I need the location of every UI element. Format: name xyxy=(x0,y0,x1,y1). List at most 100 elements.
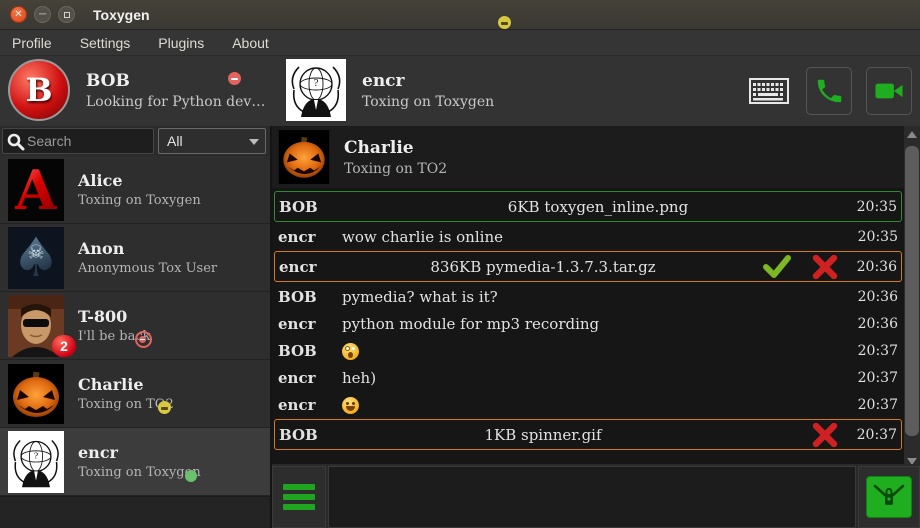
message-row: encrpython module for mp3 recording20:36 xyxy=(274,311,902,337)
message-time: 20:36 xyxy=(854,289,898,305)
message-list[interactable]: BOB6KB toxygen_inline.png20:35encrwow ch… xyxy=(272,188,904,464)
video-call-button[interactable] xyxy=(866,67,912,115)
window-title: Toxygen xyxy=(93,7,150,23)
peer-header: ? encr Toxing on Toxygen xyxy=(286,59,716,121)
encrypted-send-icon xyxy=(872,482,906,512)
shocked-emoji-icon xyxy=(342,343,359,360)
message-row: encrwow charlie is online20:35 xyxy=(274,224,902,250)
spade-skull-avatar: ♠☠ xyxy=(8,227,64,289)
search-icon xyxy=(6,132,26,152)
message-row: BOB 20:37 xyxy=(274,338,902,364)
message-time: 20:37 xyxy=(853,427,897,443)
busy-status-icon xyxy=(135,331,152,348)
menu-profile[interactable]: Profile xyxy=(12,35,52,51)
message-text xyxy=(338,342,854,361)
chat-peer-status-message: Toxing on TO2 xyxy=(344,161,447,177)
chat-scrollbar[interactable] xyxy=(904,126,920,470)
message-text: heh) xyxy=(338,369,854,387)
menu-bar: Profile Settings Plugins About xyxy=(0,30,920,56)
message-row: BOBpymedia? what is it?20:36 xyxy=(274,284,902,310)
self-avatar: B xyxy=(8,59,70,121)
message-input[interactable] xyxy=(328,466,856,528)
svg-text:?: ? xyxy=(34,450,39,460)
message-time: 20:36 xyxy=(854,316,898,332)
message-sender: encr xyxy=(278,228,338,246)
maximize-icon[interactable] xyxy=(58,6,75,23)
video-camera-icon xyxy=(873,76,905,106)
search-row: All xyxy=(0,126,270,156)
screen-keyboard-button[interactable] xyxy=(746,67,792,115)
contact-name: Anon xyxy=(78,239,217,258)
menu-settings[interactable]: Settings xyxy=(80,35,131,51)
away-status-icon xyxy=(498,16,511,29)
file-transfer-row: BOB1KB spinner.gif 20:37 xyxy=(274,419,902,450)
scroll-up-icon[interactable] xyxy=(907,131,917,138)
composer-bar xyxy=(272,464,920,528)
decline-transfer-button[interactable] xyxy=(811,423,839,447)
contact-row-anon[interactable]: ♠☠ Anon Anonymous Tox User xyxy=(0,224,270,292)
menu-plugins[interactable]: Plugins xyxy=(158,35,204,51)
contact-row-encr[interactable]: ?encrToxing on Toxygen xyxy=(0,428,270,496)
message-row: encrheh)20:37 xyxy=(274,365,902,391)
contact-list: AAliceToxing on Toxygen♠☠ Anon Anonymous T… xyxy=(0,156,270,496)
search-box[interactable] xyxy=(2,128,154,154)
smile-emoji-icon xyxy=(342,397,359,414)
contact-status-message: Toxing on Toxygen xyxy=(78,193,201,208)
message-sender: encr xyxy=(278,315,338,333)
self-profile[interactable]: B BOB Looking for Python dev… xyxy=(8,59,266,121)
message-time: 20:35 xyxy=(854,229,898,245)
message-sender: BOB xyxy=(278,288,338,306)
send-button-area xyxy=(858,466,920,528)
search-input[interactable] xyxy=(27,129,151,153)
minimize-icon[interactable]: ─ xyxy=(34,6,51,23)
accept-transfer-button[interactable] xyxy=(763,255,791,279)
menu-about[interactable]: About xyxy=(232,35,269,51)
smiley-menu-button[interactable] xyxy=(272,466,326,528)
sidebar-bottom-filler xyxy=(0,496,270,528)
message-sender: BOB xyxy=(279,198,339,216)
chat-peer-header: Charlie Toxing on TO2 xyxy=(272,126,920,188)
message-text: python module for mp3 recording xyxy=(338,315,854,333)
scrollbar-thumb[interactable] xyxy=(905,146,919,436)
chat-peer-avatar xyxy=(278,130,330,184)
message-sender: BOB xyxy=(278,342,338,360)
contact-row-charlie[interactable]: CharlieToxing on TO2 xyxy=(0,360,270,428)
filter-value: All xyxy=(167,133,183,149)
toxygen-window: ✕ ─ Toxygen Profile Settings Plugins Abo… xyxy=(0,0,920,528)
phone-icon xyxy=(814,76,844,106)
contact-row-t-800[interactable]: 2T-800I'll be back xyxy=(0,292,270,360)
pumpkin-avatar xyxy=(8,363,64,425)
contact-row-alice[interactable]: AAliceToxing on Toxygen xyxy=(0,156,270,224)
message-time: 20:37 xyxy=(854,343,898,359)
away-status-icon xyxy=(158,401,171,414)
hamburger-icon xyxy=(283,484,315,490)
message-sender: encr xyxy=(278,369,338,387)
contact-status-message: Toxing on Toxygen xyxy=(78,465,201,480)
contact-filter-dropdown[interactable]: All xyxy=(158,128,266,154)
file-name-and-size: 1KB spinner.gif xyxy=(339,426,743,444)
red-a-avatar: A xyxy=(8,159,64,221)
busy-status-icon xyxy=(228,72,241,85)
message-time: 20:35 xyxy=(853,199,897,215)
svg-text:?: ? xyxy=(314,79,319,89)
unread-count-badge: 2 xyxy=(52,335,76,357)
message-time: 20:37 xyxy=(854,397,898,413)
message-sender: BOB xyxy=(279,426,339,444)
message-time: 20:36 xyxy=(853,259,897,275)
keyboard-icon xyxy=(749,78,789,104)
close-icon[interactable]: ✕ xyxy=(10,6,27,23)
file-transfer-row: BOB6KB toxygen_inline.png20:35 xyxy=(274,191,902,222)
audio-call-button[interactable] xyxy=(806,67,852,115)
file-name-and-size: 6KB toxygen_inline.png xyxy=(339,198,853,216)
contact-status-message: Anonymous Tox User xyxy=(78,261,217,276)
contact-name: T-800 xyxy=(78,307,151,326)
anon-mask-avatar: ? xyxy=(8,431,64,493)
peer-status-message: Toxing on Toxygen xyxy=(362,94,494,110)
decline-transfer-button[interactable] xyxy=(811,255,839,279)
chevron-down-icon xyxy=(249,139,259,145)
self-status-message: Looking for Python dev… xyxy=(86,94,265,110)
peer-name: encr xyxy=(362,71,494,91)
message-text: pymedia? what is it? xyxy=(338,288,854,306)
message-row: encr20:37 xyxy=(274,392,902,418)
send-message-button[interactable] xyxy=(866,476,912,518)
